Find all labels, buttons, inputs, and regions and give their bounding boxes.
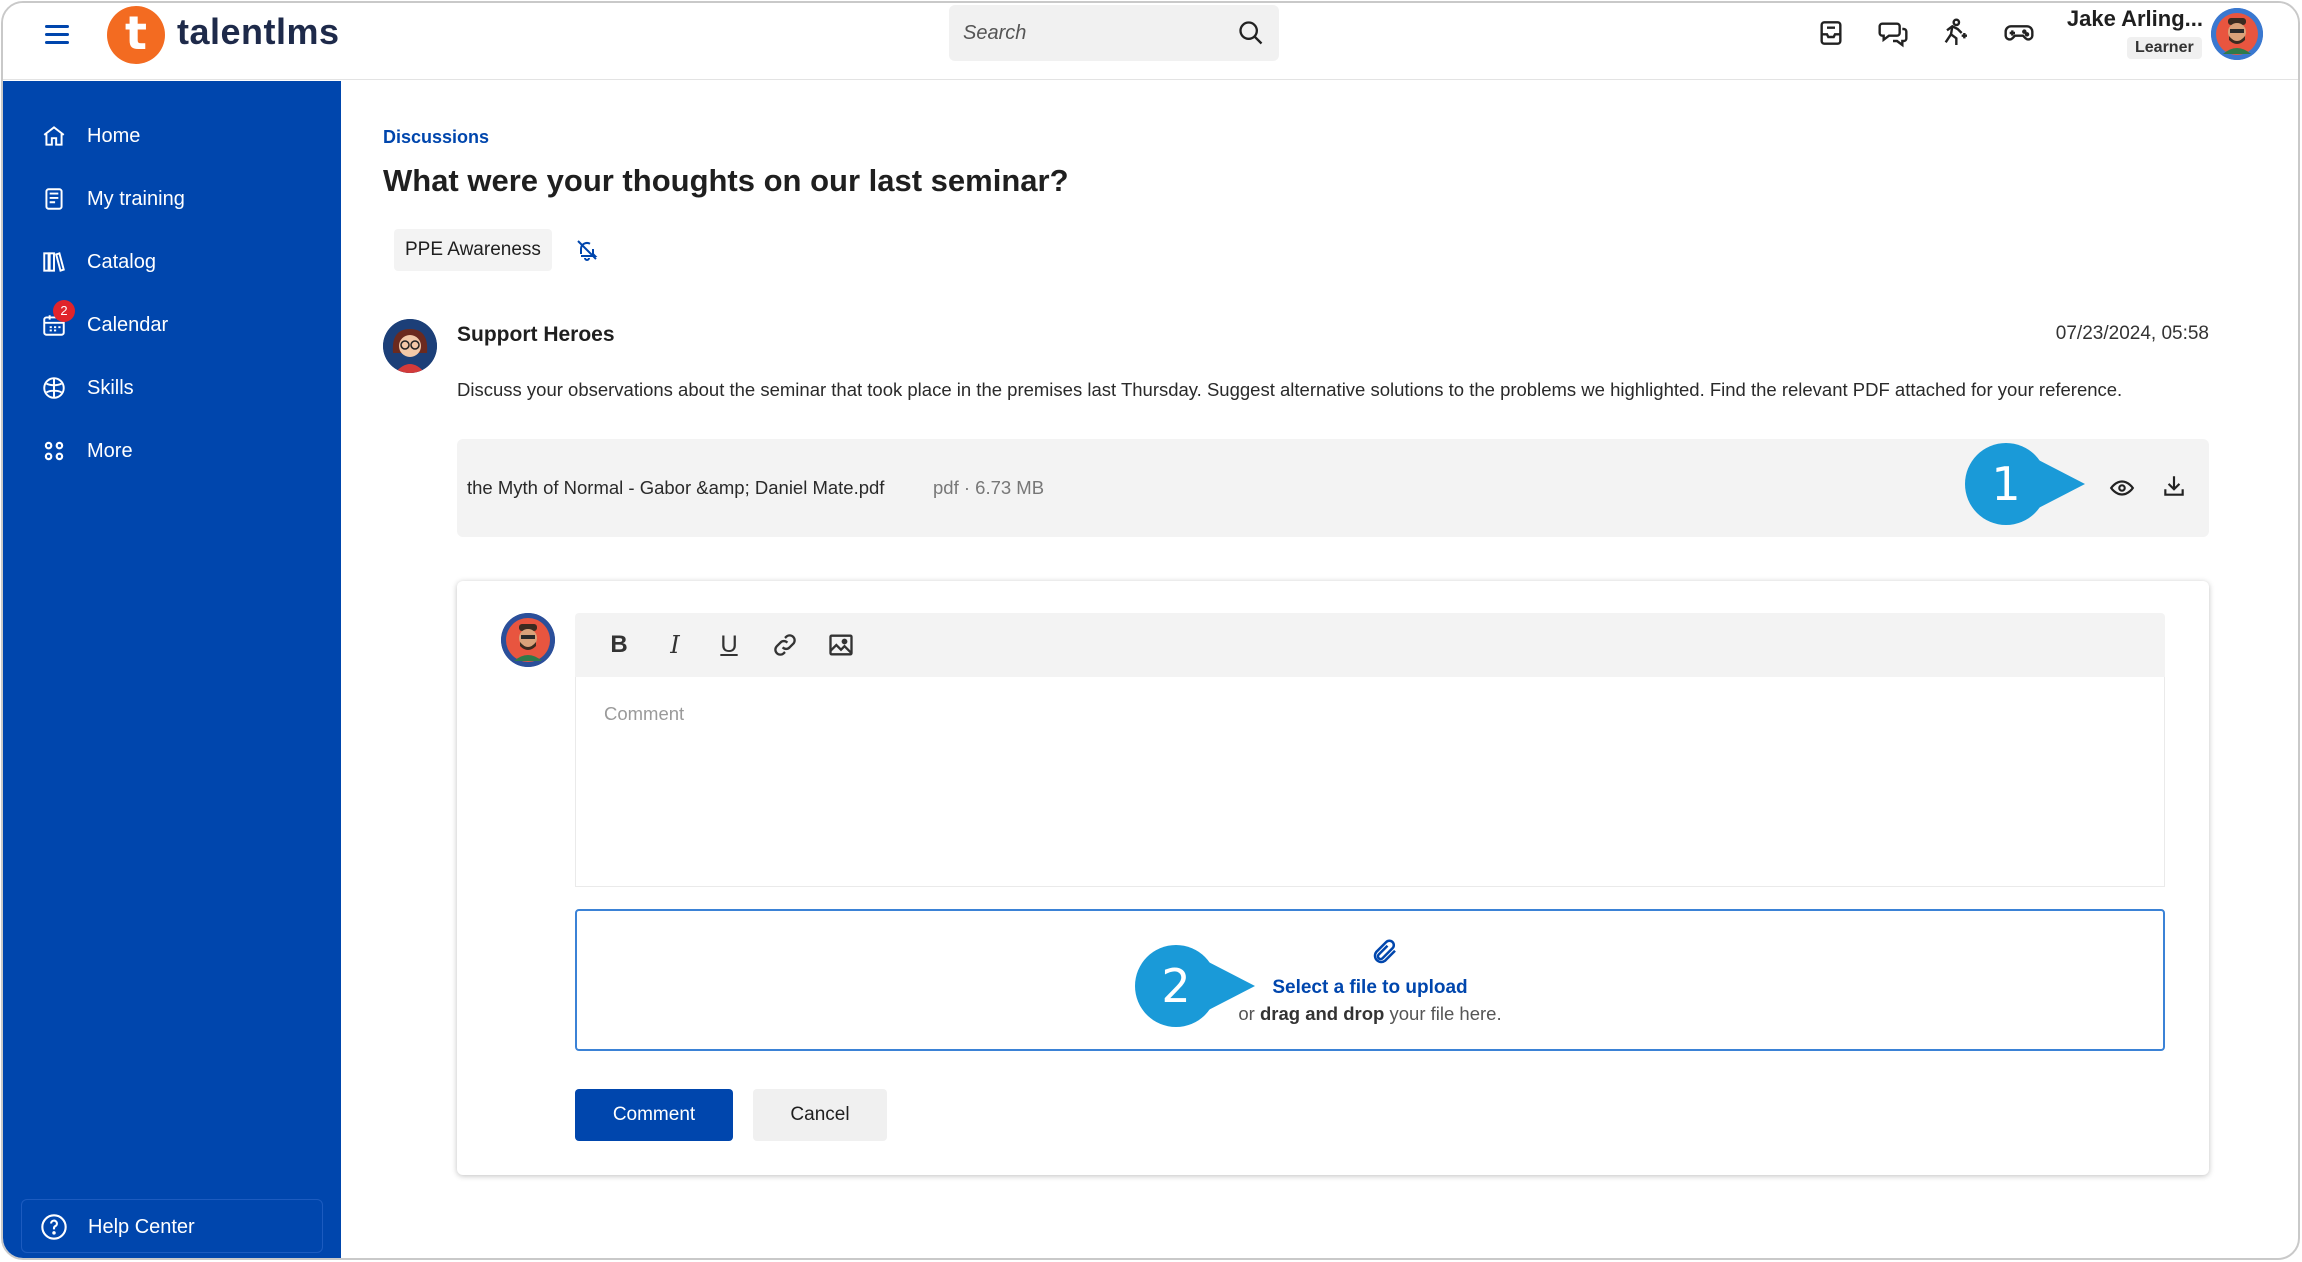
search-box xyxy=(949,5,1279,61)
bell-off-icon[interactable] xyxy=(575,238,599,262)
sidebar-item-home[interactable]: Home xyxy=(41,117,321,157)
comment-input[interactable] xyxy=(576,677,2164,886)
search-input[interactable] xyxy=(963,5,1223,61)
leaderboard-icon[interactable] xyxy=(1939,17,1971,49)
comment-editor xyxy=(575,677,2165,887)
author-avatar xyxy=(383,319,437,373)
sidebar-item-label: Calendar xyxy=(87,314,169,336)
grid-icon xyxy=(44,441,64,461)
post-body: Discuss your observations about the semi… xyxy=(457,379,2123,400)
book-icon xyxy=(45,188,63,210)
app-window: t talentlms Jake Arling... Learner xyxy=(1,1,2300,1260)
user-role-badge: Learner xyxy=(2127,37,2202,59)
menu-icon[interactable] xyxy=(45,25,69,45)
attachment-meta: pdf · 6.73 MB xyxy=(933,477,1045,498)
help-center-button[interactable]: Help Center xyxy=(21,1199,323,1253)
logo-icon[interactable]: t xyxy=(107,6,165,64)
user-avatar[interactable] xyxy=(2211,8,2263,60)
help-center-label: Help Center xyxy=(88,1216,195,1238)
hint-suffix: your file here. xyxy=(1384,1003,1502,1024)
download-icon[interactable] xyxy=(2161,473,2187,499)
eye-icon[interactable] xyxy=(2109,475,2135,501)
editor-toolbar: B I U xyxy=(575,613,2165,677)
user-name[interactable]: Jake Arling... xyxy=(2043,6,2203,32)
sidebar: Home My training Catalog 2 Calendar Skil… xyxy=(3,81,341,1258)
course-tag[interactable]: PPE Awareness xyxy=(394,229,552,271)
bold-icon[interactable]: B xyxy=(605,631,633,659)
commenter-avatar xyxy=(501,613,555,667)
hint-bold: drag and drop xyxy=(1259,1003,1385,1024)
callout-number: 1 xyxy=(1991,457,2021,511)
home-icon xyxy=(43,126,65,146)
attachment-row: the Myth of Normal - Gabor &amp; Daniel … xyxy=(457,439,2209,537)
link-icon[interactable] xyxy=(771,631,799,659)
help-icon xyxy=(41,1214,67,1240)
post-author: Support Heroes xyxy=(457,323,615,346)
sidebar-item-label: Skills xyxy=(87,377,134,399)
sidebar-item-skills[interactable]: Skills xyxy=(41,369,321,409)
comment-submit-button[interactable]: Comment xyxy=(575,1089,733,1141)
underline-icon[interactable]: U xyxy=(715,631,743,659)
sidebar-item-label: Catalog xyxy=(87,251,156,273)
step-callout-1: 1 xyxy=(1965,443,2085,525)
paperclip-icon xyxy=(1373,939,1396,964)
notification-badge: 2 xyxy=(53,300,75,322)
comment-form: B I U Select a file to upload or drag an… xyxy=(457,581,2209,1175)
sidebar-item-label: My training xyxy=(87,188,185,210)
sidebar-item-label: More xyxy=(87,440,133,462)
breadcrumb[interactable]: Discussions xyxy=(383,127,489,148)
sidebar-item-more[interactable]: More xyxy=(41,432,321,472)
messages-icon[interactable] xyxy=(1877,17,1909,49)
sidebar-item-label: Home xyxy=(87,125,141,147)
italic-icon[interactable]: I xyxy=(661,631,689,659)
logo-text[interactable]: talentlms xyxy=(177,11,340,53)
callout-number: 2 xyxy=(1161,959,1191,1013)
library-icon xyxy=(43,252,65,272)
sidebar-item-calendar[interactable]: 2 Calendar xyxy=(41,300,321,346)
file-dropzone[interactable]: Select a file to upload or drag and drop… xyxy=(575,909,2165,1051)
search-icon[interactable] xyxy=(1237,19,1265,47)
image-icon[interactable] xyxy=(827,631,855,659)
gamepad-icon[interactable] xyxy=(2003,17,2035,49)
dropzone-hint: or drag and drop your file here. xyxy=(577,1003,2163,1025)
select-file-link[interactable]: Select a file to upload xyxy=(577,977,2163,999)
top-bar: t talentlms Jake Arling... Learner xyxy=(3,3,2298,80)
cancel-button[interactable]: Cancel xyxy=(753,1089,887,1141)
post-timestamp: 07/23/2024, 05:58 xyxy=(2055,323,2209,344)
sidebar-item-catalog[interactable]: Catalog xyxy=(41,243,321,283)
attachment-name[interactable]: the Myth of Normal - Gabor &amp; Daniel … xyxy=(467,477,884,499)
page-title: What were your thoughts on our last semi… xyxy=(383,163,1069,198)
sidebar-item-my-training[interactable]: My training xyxy=(41,180,321,220)
step-callout-2: 2 xyxy=(1135,945,1255,1027)
inbox-icon[interactable] xyxy=(1815,17,1847,49)
skills-icon xyxy=(43,377,65,399)
